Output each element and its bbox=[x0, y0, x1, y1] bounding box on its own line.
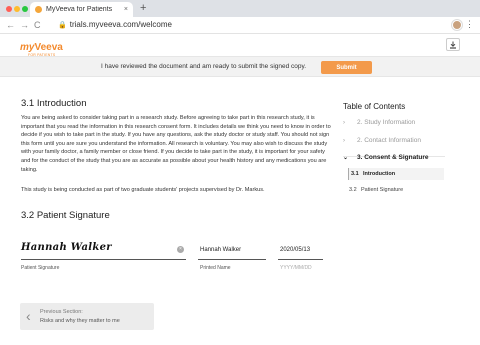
clear-signature-icon[interactable]: × bbox=[177, 246, 184, 253]
date-value: 2020/05/13 bbox=[280, 247, 311, 253]
address-bar[interactable]: 🔒 trials.myveeva.com/welcome bbox=[58, 20, 172, 31]
toc-subitem-label: Introduction bbox=[363, 171, 396, 177]
toc-item-label: 3. Consent & Signature bbox=[357, 154, 429, 161]
toc-title: Table of Contents bbox=[343, 102, 406, 111]
address-bar-row: ← → C 🔒 trials.myveeva.com/welcome ⋮ bbox=[0, 17, 480, 34]
chevron-down-icon: ⌄ bbox=[343, 155, 349, 161]
submit-banner: I have reviewed the document and am read… bbox=[0, 56, 480, 77]
printed-name-value: Hannah Walker bbox=[200, 247, 242, 253]
favicon-icon bbox=[35, 6, 42, 13]
toc-item-label: 2. Contact Information bbox=[357, 137, 421, 144]
previous-section-label: Previous Section: bbox=[40, 309, 83, 315]
previous-section-button[interactable]: ‹ Previous Section: Risks and why they m… bbox=[20, 303, 154, 330]
toc-subitem-patient-signature[interactable]: 3.2 Patient Signature bbox=[349, 187, 403, 193]
download-button[interactable] bbox=[446, 38, 460, 51]
signature-field[interactable]: Hannah Walker × bbox=[21, 242, 186, 260]
toc-subitem-introduction[interactable]: 3.1 Introduction bbox=[348, 168, 444, 180]
section-title-introduction: 3.1 Introduction bbox=[21, 98, 87, 109]
banner-text: I have reviewed the document and am read… bbox=[101, 63, 307, 70]
signature-caption: Patient Signature bbox=[21, 265, 60, 271]
close-window-icon[interactable] bbox=[6, 6, 12, 12]
printed-name-field[interactable]: Hannah Walker bbox=[198, 242, 266, 260]
date-format-caption: YYYY/MM/DD bbox=[280, 265, 312, 271]
previous-section-title: Risks and why they matter to me bbox=[40, 318, 120, 324]
toc-subitem-number: 3.2 bbox=[349, 187, 357, 193]
profile-avatar[interactable] bbox=[452, 20, 462, 30]
lock-icon: 🔒 bbox=[58, 22, 67, 29]
browser-tab-bar: MyVeeva for Patients × + bbox=[0, 0, 480, 17]
minimize-window-icon[interactable] bbox=[14, 6, 20, 12]
browser-menu-icon[interactable]: ⋮ bbox=[465, 19, 474, 29]
tab-close-icon[interactable]: × bbox=[124, 6, 128, 13]
url-text: trials.myveeva.com/welcome bbox=[69, 20, 172, 29]
chevron-right-icon: › bbox=[343, 138, 345, 144]
study-note-paragraph: This study is being conducted as part of… bbox=[21, 187, 265, 193]
date-field[interactable]: 2020/05/13 bbox=[278, 242, 323, 260]
toc-subitem-label: Patient Signature bbox=[361, 187, 404, 193]
new-tab-button[interactable]: + bbox=[140, 3, 146, 14]
back-icon[interactable]: ← bbox=[6, 20, 15, 30]
submit-button[interactable]: Submit bbox=[321, 61, 372, 74]
chevron-left-icon: ‹ bbox=[26, 308, 31, 324]
toc-subitem-number: 3.1 bbox=[351, 171, 359, 177]
chevron-right-icon: › bbox=[343, 120, 345, 126]
intro-paragraph: You are being asked to consider taking p… bbox=[21, 115, 331, 173]
tab-title: MyVeeva for Patients bbox=[46, 6, 113, 13]
app-header: myVeeva FOR PATIENTS bbox=[0, 34, 480, 58]
logo-my: my bbox=[20, 42, 35, 53]
toc-item-contact-information[interactable]: › 2. Contact Information bbox=[343, 137, 421, 144]
forward-icon[interactable]: → bbox=[20, 20, 29, 30]
logo-veeva: Veeva bbox=[34, 42, 63, 53]
toc-item-consent-signature[interactable]: ⌄ 3. Consent & Signature bbox=[343, 154, 429, 161]
reload-icon[interactable]: C bbox=[34, 20, 41, 30]
download-icon bbox=[450, 41, 456, 49]
section-title-patient-signature: 3.2 Patient Signature bbox=[21, 210, 110, 221]
toc-item-label: 2. Study Information bbox=[357, 119, 416, 126]
printed-name-caption: Printed Name bbox=[200, 265, 231, 271]
signature-script: Hannah Walker bbox=[21, 242, 112, 253]
myveeva-logo[interactable]: myVeeva FOR PATIENTS bbox=[20, 38, 63, 58]
toc-item-study-information[interactable]: › 2. Study Information bbox=[343, 119, 415, 126]
maximize-window-icon[interactable] bbox=[22, 6, 28, 12]
browser-tab[interactable]: MyVeeva for Patients × bbox=[30, 2, 133, 17]
